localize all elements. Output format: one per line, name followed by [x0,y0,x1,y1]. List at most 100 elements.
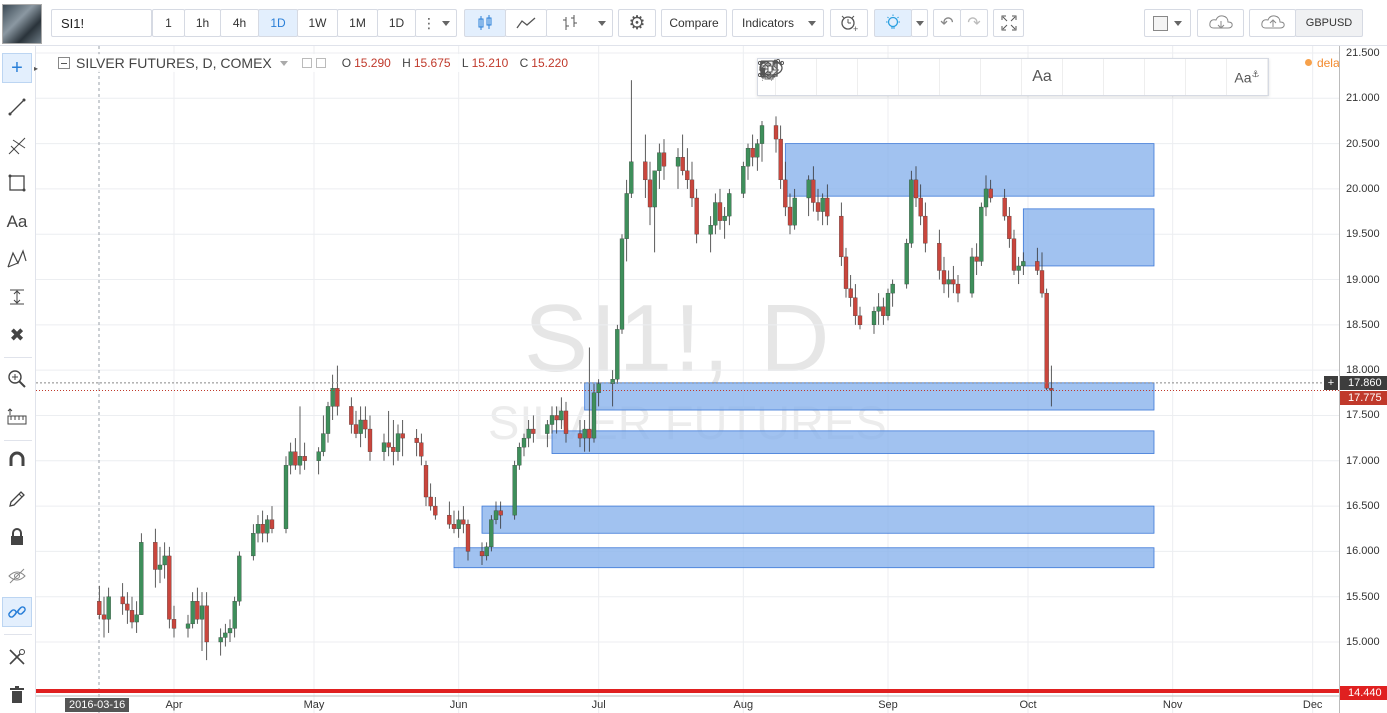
candle-body [157,564,163,570]
candle-body [447,514,452,525]
price-axis[interactable]: 21.500 21.000 20.500 20.000 19.500 19.000 18.5… [1324,46,1387,713]
remove-all-tool[interactable] [2,680,32,710]
ideas-button[interactable] [874,9,912,37]
settings-button[interactable]: ⚙ [618,9,656,37]
candle-body [773,125,779,140]
candle-body [545,424,550,434]
magnet-tool[interactable] [2,445,32,475]
candle-body [759,125,765,144]
candle-body [554,415,559,421]
stay-in-drawing-mode-tool[interactable] [2,484,32,514]
measure-tool[interactable] [2,402,32,432]
candle-body [120,596,125,605]
indicators-button[interactable]: Indicators [732,9,824,37]
candle-body [1021,261,1026,267]
chart-pane[interactable]: SI1!, D SILVER FUTURES SILVER FUTURES, D… [36,46,1387,713]
symbol-search-input[interactable]: SI1! [51,9,152,37]
redo-button[interactable]: ↷ [960,9,988,37]
candle-body [750,147,755,158]
time-tick-label: Jun [449,699,468,711]
alert-button[interactable]: + [830,9,868,37]
draw-date-price-range-button[interactable] [761,59,1186,95]
zoom-tool[interactable] [2,364,32,394]
remove-drawings-tool[interactable]: ✖ [2,320,32,350]
candle-body [937,243,942,271]
candle-body [857,315,863,325]
price-tick-label: 15.500 [1346,590,1380,603]
ideas-menu-button[interactable] [911,9,928,37]
chart-style-candles-button[interactable] [464,9,506,37]
drawing-tools-settings[interactable] [2,642,32,672]
time-axis-start-label: 2016-03-16 [65,698,130,712]
user-avatar[interactable] [2,4,42,44]
undo-button[interactable]: ↶ [933,9,961,37]
interval-4h-button[interactable]: 4h [220,9,259,37]
left-toolbar: + ▸ Aa ✖ [0,46,38,713]
interval-label: 1D [388,16,405,30]
candle-body [815,202,821,212]
draw-rectangle-button[interactable] [760,59,899,95]
chevron-down-icon[interactable] [279,60,288,66]
compare-button[interactable]: Compare [661,9,727,37]
interval-1d-button[interactable]: 1D [258,9,298,37]
close-icon: ✖ [9,324,25,345]
candle-body [615,329,620,380]
chart-style-bars-button[interactable] [546,9,613,37]
chart-style-line-button[interactable] [505,9,547,37]
settings-mini-icon[interactable] [301,58,312,68]
layout-button[interactable] [1144,9,1191,37]
candle-body [227,628,233,634]
price-tick-label: 21.500 [1346,47,1380,59]
lock-drawings-tool[interactable] [2,522,32,552]
save-layout-button[interactable] [1249,9,1296,37]
close-mini-icon[interactable] [315,58,326,68]
currency-pair-button[interactable]: GBPUSD [1295,9,1363,37]
candle-body [549,415,555,425]
pitchfork-tool[interactable] [2,131,32,161]
anchored-text-icon: Aa⚓ [1234,68,1260,86]
pattern-tool[interactable] [2,244,32,274]
draw-callout-button[interactable] [760,59,940,95]
candle-body [134,614,139,623]
last-price-label: 17.775 [1348,391,1382,404]
bars-icon [563,15,577,30]
price-plot[interactable] [36,46,1339,713]
crosshair-tool[interactable]: + [2,53,32,83]
candle-body [269,519,275,529]
interval-1w-button[interactable]: 1W [297,9,338,37]
draw-text-button[interactable]: Aa [1022,59,1063,95]
draw-arrow-down-button[interactable] [758,59,1022,95]
draw-arrow-up-button[interactable] [758,59,981,95]
crosshair-icon: + [11,56,23,79]
candle-body [498,510,503,516]
prediction-tool[interactable] [2,282,32,312]
trash-icon [10,686,24,703]
ruler-icon [7,408,27,425]
draw-ellipse-button[interactable] [759,59,1104,95]
text-tool[interactable]: Aa [2,207,32,237]
candle-body [363,419,368,430]
interval-menu-button[interactable]: ⋮ [415,9,457,37]
draw-price-range-button[interactable] [761,59,1145,95]
interval-1h-button[interactable]: 1h [184,9,221,37]
hide-drawings-tool[interactable] [2,561,32,591]
chevron-down-icon [1174,20,1182,26]
fullscreen-button[interactable] [993,9,1024,37]
load-layout-button[interactable] [1197,9,1244,37]
interval-1-button[interactable]: 1 [152,9,185,37]
draw-horizontal-line-button[interactable] [758,59,858,95]
candle-body [890,283,895,294]
candle-body [493,510,499,520]
candle-body [685,170,690,181]
trend-line-tool[interactable] [2,92,32,122]
draw-anchored-text-button[interactable]: Aa⚓ [1227,59,1268,95]
draw-bars-pattern-button[interactable] [761,59,1227,95]
interval-1m-button[interactable]: 1M [337,9,378,37]
sync-drawings-tool[interactable] [2,597,32,627]
collapse-legend-button[interactable] [58,57,70,69]
time-tick-label: Jul [591,699,606,711]
price-tick-label: 15.000 [1346,636,1380,648]
rectangle-tool[interactable] [2,168,32,198]
interval-custom-button[interactable]: 1D [377,9,416,37]
candle-body [451,524,457,529]
